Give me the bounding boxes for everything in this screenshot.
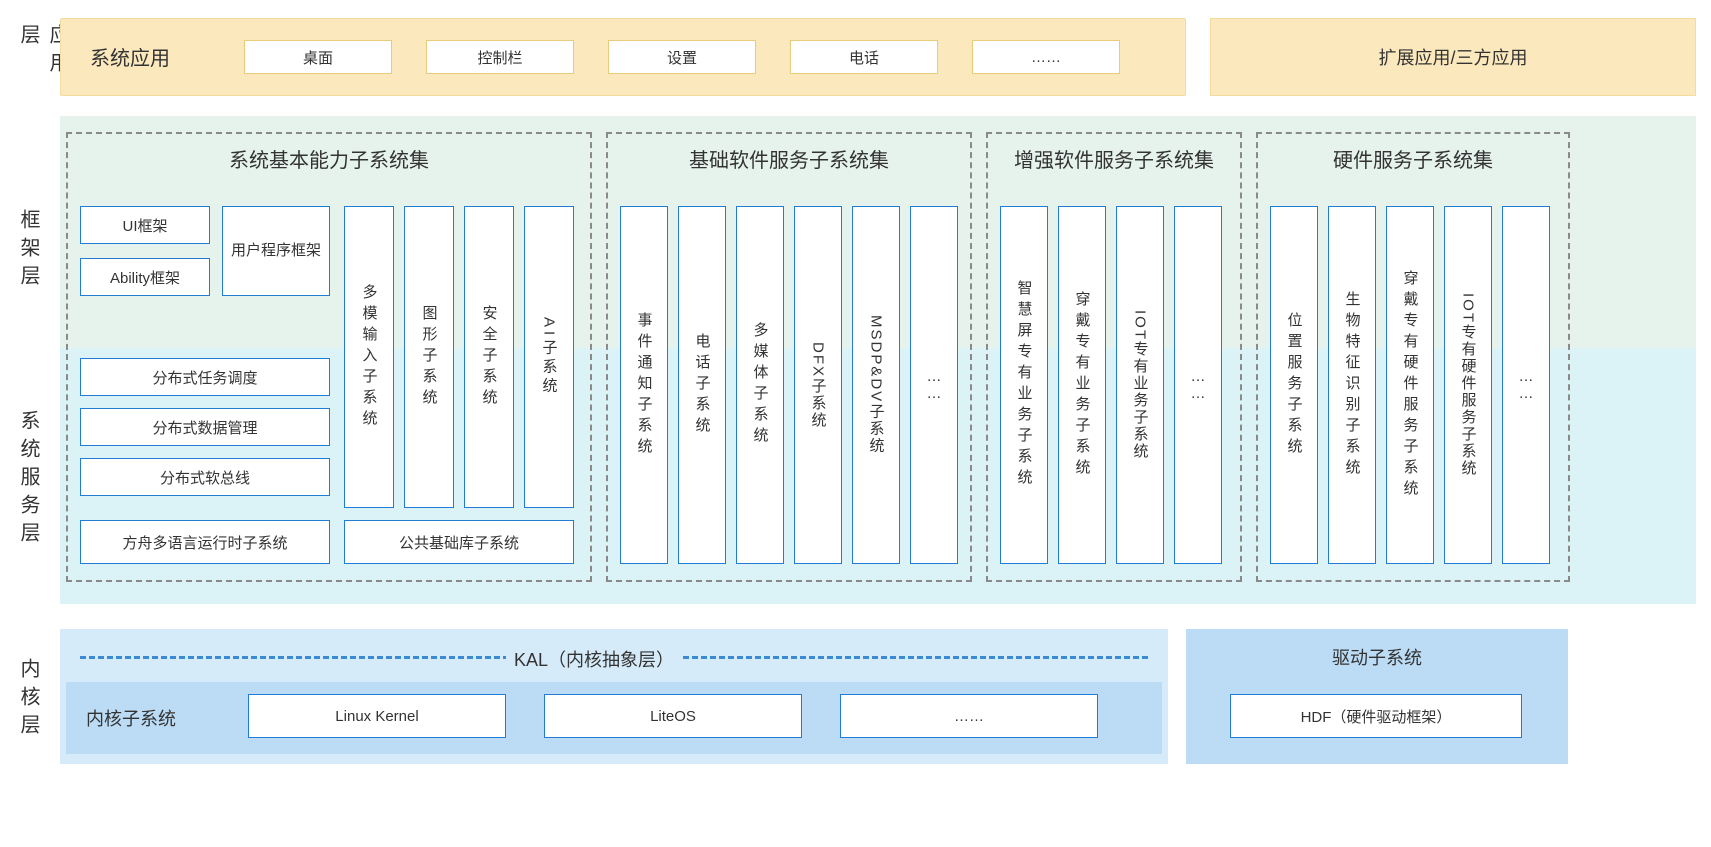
enh-col-iot-label: IOT专有业务子系统 [1130, 310, 1151, 460]
app-box: 设置 [608, 40, 756, 74]
pubbase-box: 公共基础库子系统 [344, 520, 574, 564]
app-desktop: 桌面 [303, 47, 333, 68]
enh-col-more: …… [1174, 206, 1222, 564]
dist-task-box: 分布式任务调度 [80, 358, 330, 396]
hw-col-location: 位置服务子系统 [1270, 206, 1318, 564]
layer-label-framework: 框架层 [14, 186, 43, 316]
group-enhanced-title: 增强软件服务子系统集 [988, 144, 1240, 173]
dist-data-box: 分布式数据管理 [80, 408, 330, 446]
ark-box: 方舟多语言运行时子系统 [80, 520, 330, 564]
basic-vcol-ai: AI子系统 [524, 206, 574, 508]
app-box: 控制栏 [426, 40, 574, 74]
kernel-liteos-box: LiteOS [544, 694, 802, 738]
sw-col-event: 事件通知子系统 [620, 206, 668, 564]
ui-framework-box: UI框架 [80, 206, 210, 244]
basic-vcol-multimodal: 多模输入子系统 [344, 206, 394, 508]
layer-label-service: 系统服务层 [14, 400, 43, 560]
system-apps-label: 系统应用 [90, 42, 170, 71]
dist-bus-box: 分布式软总线 [80, 458, 330, 496]
basic-vcol-graphics: 图形子系统 [404, 206, 454, 508]
hw-col-iot-label: IOT专有硬件服务子系统 [1458, 293, 1479, 477]
kernel-more-box: …… [840, 694, 1098, 738]
hw-col-iot: IOT专有硬件服务子系统 [1444, 206, 1492, 564]
sw-col-msdp-label: MSDP&DV子系统 [866, 315, 887, 454]
group-basic-title: 系统基本能力子系统集 [68, 144, 590, 173]
ability-framework-box: Ability框架 [80, 258, 210, 296]
layer-label-kernel: 内核层 [14, 650, 43, 750]
sw-col-dfx: DFX子系统 [794, 206, 842, 564]
kernel-subsystem-label: 内核子系统 [86, 705, 176, 731]
sw-col-phone: 电话子系统 [678, 206, 726, 564]
sw-col-media: 多媒体子系统 [736, 206, 784, 564]
group-swservice-title: 基础软件服务子系统集 [608, 144, 970, 173]
kernel-more-label: …… [954, 708, 984, 725]
dist-task-label: 分布式任务调度 [152, 367, 257, 388]
extended-apps-box: 扩展应用/三方应用 [1210, 18, 1696, 96]
extended-apps-label: 扩展应用/三方应用 [1378, 44, 1527, 70]
user-prog-framework-box: 用户程序框架 [222, 206, 330, 296]
enh-col-screen: 智慧屏专有业务子系统 [1000, 206, 1048, 564]
hw-col-more: …… [1502, 206, 1550, 564]
dist-data-label: 分布式数据管理 [152, 417, 257, 438]
enh-col-wear: 穿戴专有业务子系统 [1058, 206, 1106, 564]
kernel-liteos-label: LiteOS [650, 708, 696, 725]
hdf-box: HDF（硬件驱动框架） [1230, 694, 1522, 738]
basic-vcol-ai-label: AI子系统 [539, 317, 560, 396]
hw-col-bio: 生物特征识别子系统 [1328, 206, 1376, 564]
basic-vcol-security: 安全子系统 [464, 206, 514, 508]
architecture-diagram: 应用层 框架层 系统服务层 内核层 扩展应用/三方应用 系统应用 桌面 控制栏 … [0, 0, 1711, 847]
sw-col-msdp: MSDP&DV子系统 [852, 206, 900, 564]
app-settings: 设置 [667, 47, 697, 68]
user-prog-framework-label: 用户程序框架 [231, 240, 321, 263]
group-hw-title: 硬件服务子系统集 [1258, 144, 1568, 173]
app-box: …… [972, 40, 1120, 74]
app-box: 桌面 [244, 40, 392, 74]
driver-subsystem-label: 驱动子系统 [1186, 644, 1568, 670]
app-phone: 电话 [849, 47, 879, 68]
dist-bus-label: 分布式软总线 [160, 467, 250, 488]
hw-col-wear: 穿戴专有硬件服务子系统 [1386, 206, 1434, 564]
kal-label: KAL（内核抽象层） [506, 644, 682, 674]
hdf-label: HDF（硬件驱动框架） [1301, 706, 1452, 727]
ui-framework-label: UI框架 [122, 215, 167, 236]
app-control: 控制栏 [477, 47, 522, 68]
app-more: …… [1031, 49, 1061, 66]
kernel-linux-box: Linux Kernel [248, 694, 506, 738]
enh-col-iot: IOT专有业务子系统 [1116, 206, 1164, 564]
ability-framework-label: Ability框架 [110, 267, 180, 288]
ark-label: 方舟多语言运行时子系统 [122, 532, 287, 553]
app-box: 电话 [790, 40, 938, 74]
pubbase-label: 公共基础库子系统 [399, 532, 519, 553]
sw-col-dfx-label: DFX子系统 [808, 342, 829, 429]
sw-col-more: …… [910, 206, 958, 564]
kernel-linux-label: Linux Kernel [335, 708, 418, 725]
